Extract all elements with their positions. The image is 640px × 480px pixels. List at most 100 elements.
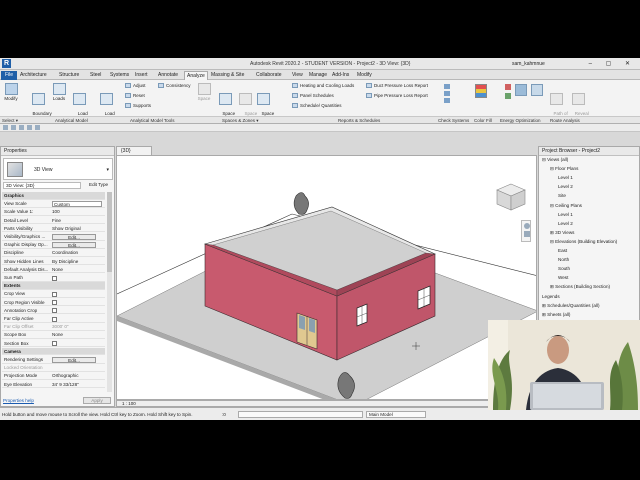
browser-item[interactable]: ⊟ Views (all)	[542, 157, 568, 163]
tab-view[interactable]: View	[290, 71, 306, 80]
browser-item[interactable]: ⊞ Sections (Building Section)	[550, 284, 610, 290]
window-controls[interactable]: – ▢ ✕	[589, 60, 636, 67]
browser-item[interactable]: West	[558, 275, 568, 281]
browser-item[interactable]: South	[558, 266, 570, 272]
redo-icon[interactable]	[27, 125, 32, 130]
browser-item[interactable]: ⊟ Elevations (Building Elevation)	[550, 239, 617, 245]
tab-collaborate[interactable]: Collaborate	[254, 71, 289, 80]
property-edit-button[interactable]: Edit...	[52, 233, 96, 240]
navigation-bar[interactable]	[521, 220, 531, 242]
property-value[interactable]: 34' 9 33/128"	[52, 381, 79, 389]
property-checkbox[interactable]	[52, 275, 57, 281]
tab-add-ins[interactable]: Add-Ins	[330, 71, 354, 80]
save-icon[interactable]	[11, 125, 16, 130]
check-circuit-icon[interactable]	[444, 98, 450, 103]
modify-button[interactable]: Modify	[2, 83, 20, 101]
supports-button[interactable]: Supports	[125, 103, 151, 109]
browser-item[interactable]: Level 2	[558, 221, 573, 227]
tab-manage[interactable]: Manage	[307, 71, 329, 80]
property-value[interactable]: By Discipline	[52, 258, 78, 266]
print-icon[interactable]	[35, 125, 40, 130]
check-systems-icons[interactable]	[444, 84, 460, 108]
property-value[interactable]: Custom	[52, 200, 102, 207]
tab-analyze[interactable]: Analyze	[184, 71, 208, 80]
browser-item[interactable]: Level 1	[558, 175, 573, 181]
schedule-quantities-button[interactable]: Schedule/ Quantities	[292, 103, 342, 109]
browser-item[interactable]: East	[558, 248, 567, 254]
3d-viewport[interactable]	[116, 155, 537, 400]
energy-optimization-icons[interactable]	[505, 84, 545, 108]
space-button[interactable]: Space	[196, 83, 212, 101]
open-icon[interactable]	[3, 125, 8, 130]
property-value[interactable]: 3000' 0"	[52, 323, 69, 331]
browser-item[interactable]: Level 2	[558, 184, 573, 190]
energy-model-icon[interactable]	[505, 84, 511, 90]
view-instance-selector[interactable]: 3D View: {3D}	[3, 182, 81, 189]
property-value[interactable]: Coordination	[52, 249, 78, 257]
panel-schedules-button[interactable]: Panel Schedules	[292, 93, 334, 99]
consistency-button[interactable]: Consistency	[158, 83, 191, 89]
browser-item[interactable]: ⊟ Ceiling Plans	[550, 203, 582, 209]
tab-massing-site[interactable]: Massing & Site	[209, 71, 253, 80]
property-value[interactable]: Orthographic	[52, 372, 79, 380]
apply-button[interactable]: Apply	[83, 397, 111, 404]
color-fill-legend-icon[interactable]	[475, 84, 487, 98]
property-checkbox[interactable]	[52, 291, 57, 297]
duct-pressure-loss-button[interactable]: Duct Pressure Loss Report	[366, 83, 428, 89]
property-checkbox[interactable]	[52, 316, 57, 322]
browser-item[interactable]: Level 1	[558, 212, 573, 218]
type-dropdown-icon[interactable]: ▾	[106, 167, 109, 173]
tab-annotate[interactable]: Annotate	[156, 71, 183, 80]
tab-steel[interactable]: Steel	[88, 71, 107, 80]
browser-item[interactable]: ⊞ Sheets (all)	[542, 312, 570, 318]
tab-insert[interactable]: Insert	[133, 71, 155, 80]
loads-button[interactable]: Loads	[52, 83, 66, 101]
main-model-selector[interactable]: Main Model	[366, 411, 426, 418]
steering-wheel-icon[interactable]	[524, 223, 530, 229]
property-category[interactable]: Graphics	[2, 192, 105, 200]
adjust-button[interactable]: Adjust	[125, 83, 146, 89]
property-checkbox[interactable]	[52, 300, 57, 306]
heating-cooling-loads-button[interactable]: Heating and Cooling Loads	[292, 83, 354, 89]
property-value[interactable]: Show Original	[52, 225, 81, 233]
browser-item[interactable]: ⊞ Schedules/Quantities (all)	[542, 303, 599, 309]
tab-systems[interactable]: Systems	[108, 71, 132, 80]
design-options-field[interactable]	[238, 411, 363, 418]
browser-item[interactable]: ⊟ Floor Plans	[550, 166, 578, 172]
property-value[interactable]: 100	[52, 208, 60, 216]
energy-settings-icon[interactable]	[515, 84, 527, 96]
zoom-icon[interactable]	[524, 231, 530, 237]
reset-button[interactable]: Reset	[125, 93, 145, 99]
pipe-pressure-loss-button[interactable]: Pipe Pressure Loss Report	[366, 93, 428, 99]
check-pipe-icon[interactable]	[444, 91, 450, 96]
generate-icon[interactable]	[505, 93, 511, 99]
property-checkbox[interactable]	[52, 341, 57, 347]
revit-logo[interactable]: R	[2, 59, 11, 68]
tab-structure[interactable]: Structure	[57, 71, 87, 80]
view-scale[interactable]: 1 : 100	[122, 401, 136, 406]
edit-type-button[interactable]: Edit Type	[84, 182, 114, 189]
property-checkbox[interactable]	[52, 308, 57, 314]
browser-item[interactable]: Site	[558, 193, 566, 199]
browser-item[interactable]: ⊞ 3D Views	[550, 230, 574, 236]
property-value[interactable]: None	[52, 331, 63, 339]
viewcube[interactable]	[495, 182, 527, 212]
properties-scrollbar[interactable]	[107, 192, 112, 392]
property-value[interactable]: None	[52, 266, 63, 274]
property-category[interactable]: Camera	[2, 347, 105, 356]
tab-architecture[interactable]: Architecture	[18, 71, 56, 80]
scroll-thumb[interactable]	[107, 192, 112, 272]
browser-item[interactable]: Legends	[542, 294, 560, 300]
user-name[interactable]: sam_kahmnue	[512, 61, 545, 67]
property-edit-button[interactable]: Edit...	[52, 241, 96, 248]
property-category[interactable]: Extents	[2, 282, 105, 290]
check-duct-icon[interactable]	[444, 84, 450, 89]
property-value[interactable]: Fine	[52, 217, 61, 225]
view-tab-3d[interactable]: {3D}	[116, 146, 152, 155]
property-edit-button[interactable]: Edit...	[52, 356, 96, 363]
browser-item[interactable]: North	[558, 257, 569, 263]
properties-help-link[interactable]: Properties help	[3, 398, 34, 403]
type-selector[interactable]: 3D View ▾	[3, 158, 113, 180]
undo-icon[interactable]	[19, 125, 24, 130]
tab-file[interactable]: File	[1, 71, 17, 80]
